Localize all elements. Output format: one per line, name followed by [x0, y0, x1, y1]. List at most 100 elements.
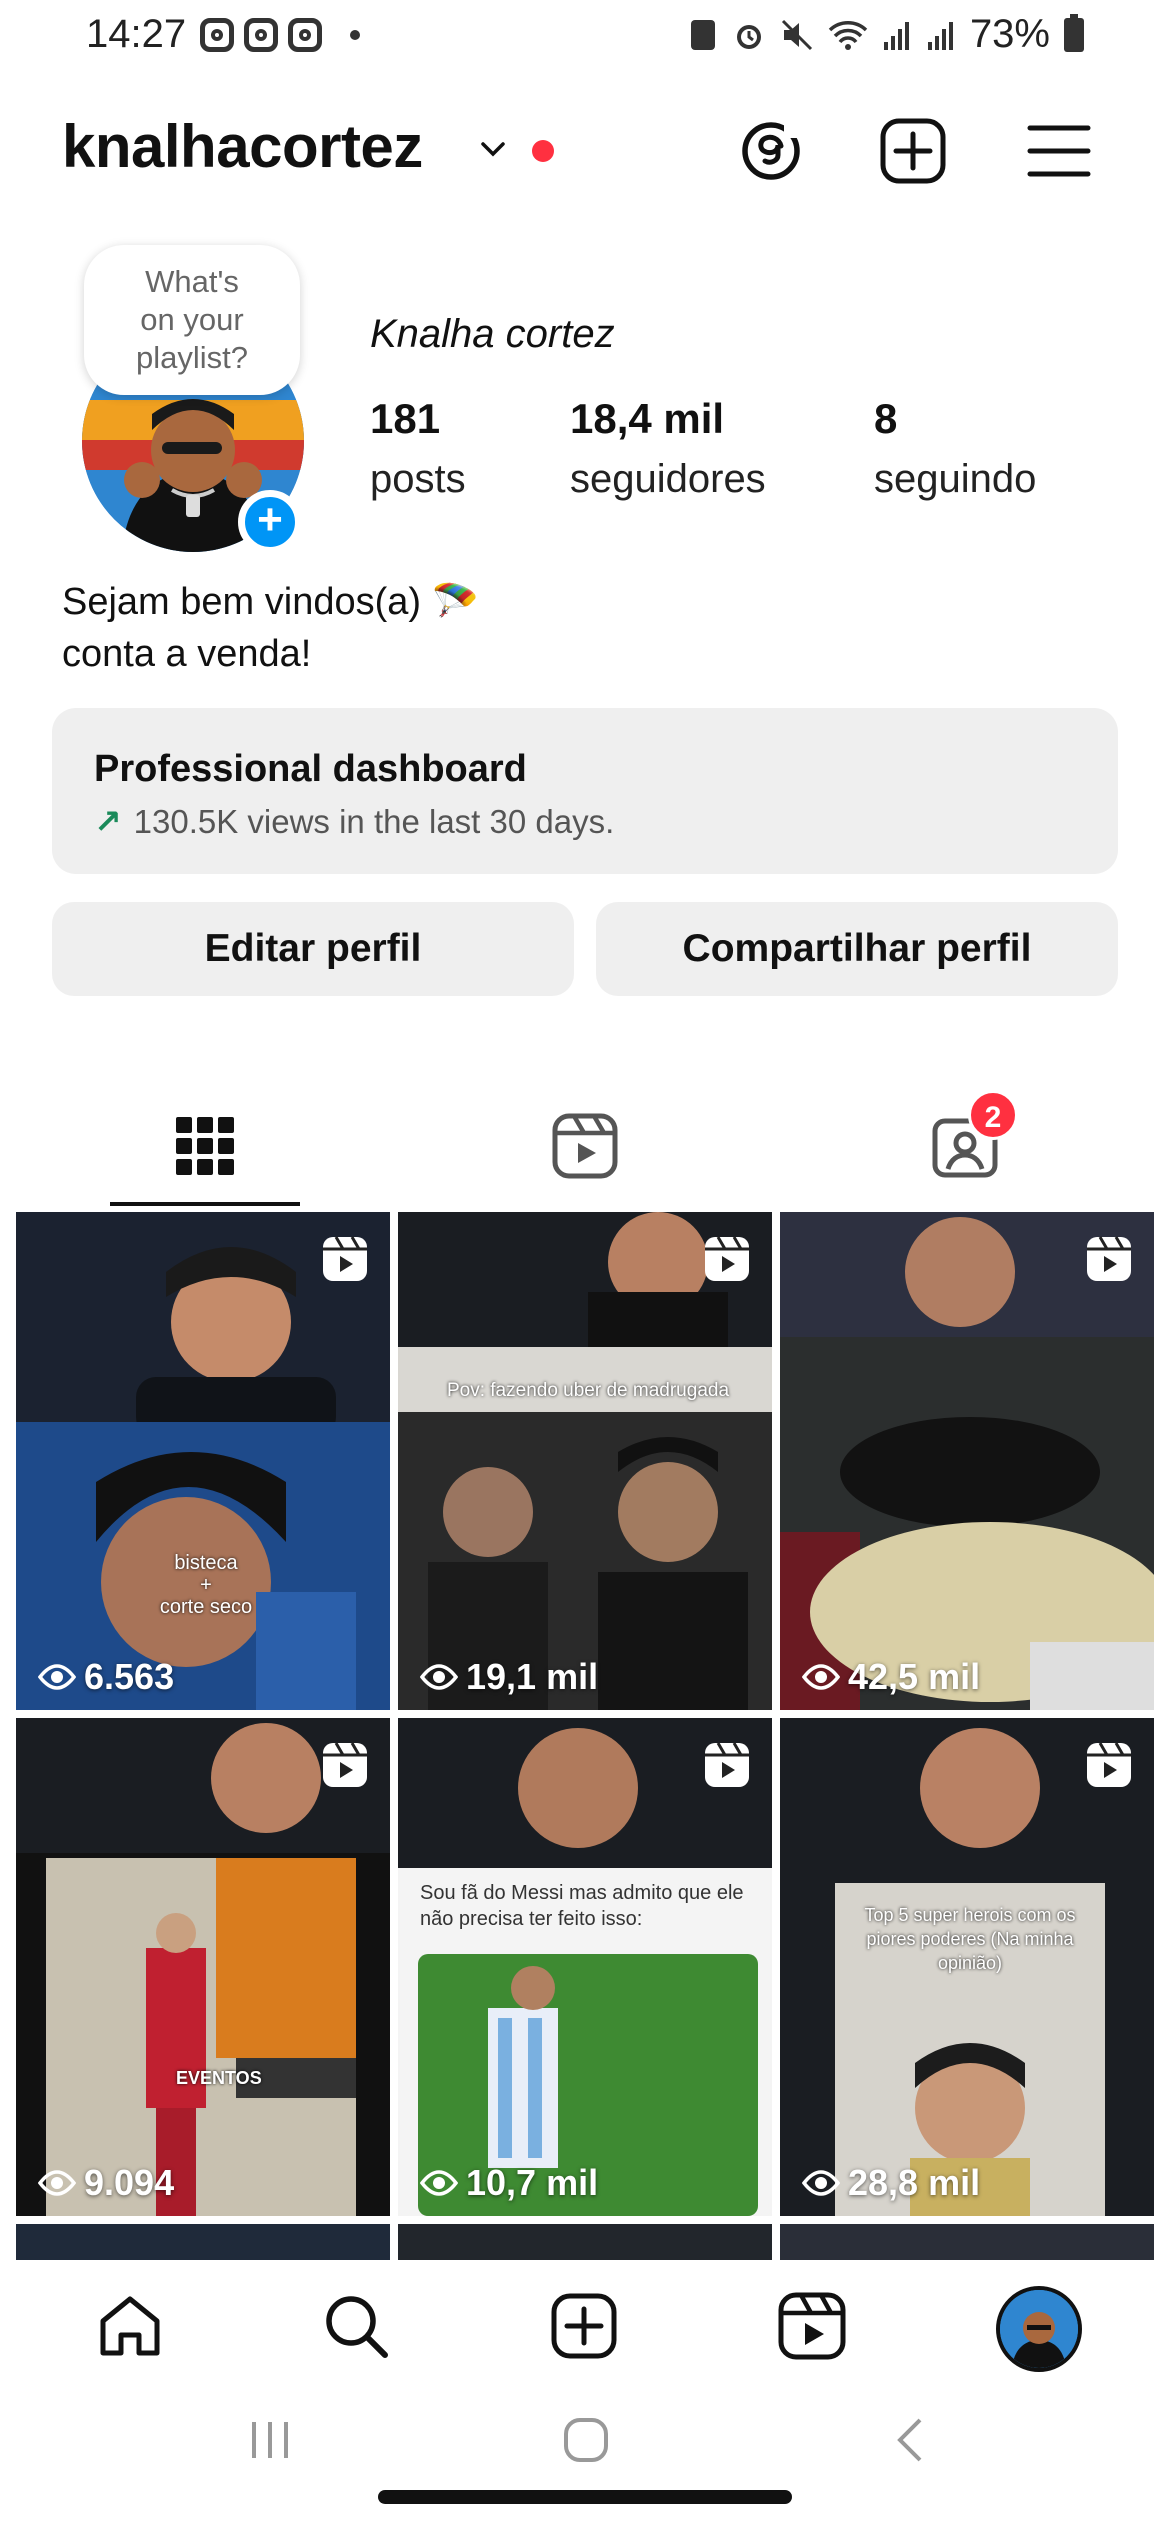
chevron-down-icon[interactable]: [478, 134, 508, 164]
reel-badge-icon: [323, 1742, 367, 1787]
nav-profile-avatar[interactable]: [996, 2286, 1082, 2372]
nav-search[interactable]: [316, 2286, 396, 2366]
gesture-home-pill[interactable]: [378, 2490, 792, 2504]
post-thumbnail: [780, 1212, 1154, 1710]
dashboard-subtitle: ↗ 130.5K views in the last 30 days.: [94, 802, 614, 841]
recent-apps-icon[interactable]: [246, 2416, 294, 2464]
view-count-text: 19,1 mil: [466, 1656, 599, 1697]
grid-post[interactable]: Top 5 super herois com os piores poderes…: [780, 1718, 1154, 2216]
active-tab-indicator: [110, 1202, 300, 1206]
battery-icon: [1064, 13, 1084, 52]
tab-posts-grid[interactable]: [10, 1086, 400, 1206]
profile-full-name: Knalha cortez: [370, 312, 615, 356]
status-time: 14:27: [86, 12, 187, 56]
nav-create[interactable]: [544, 2286, 624, 2366]
back-icon[interactable]: [888, 2416, 936, 2464]
nav-reels[interactable]: [772, 2286, 852, 2366]
reel-badge-icon: [323, 1236, 367, 1281]
post-caption: Pov: fazendo uber de madrugada: [446, 1380, 730, 1401]
create-icon[interactable]: [878, 116, 948, 186]
grid-post[interactable]: bisteca + corte seco 6.563: [16, 1212, 390, 1710]
dashboard-views-text: 130.5K views in the last 30 days.: [133, 802, 615, 840]
reel-badge-icon: [705, 1236, 749, 1281]
view-count-text: 10,7 mil: [466, 2162, 599, 2203]
reel-badge-icon: [705, 1742, 749, 1787]
create-icon: [551, 2293, 617, 2359]
grid-post[interactable]: EVENTOS 9.094: [16, 1718, 390, 2216]
view-count-text: 42,5 mil: [848, 1656, 981, 1697]
reel-badge-icon: [1087, 1742, 1131, 1787]
add-story-plus-icon[interactable]: +: [238, 490, 302, 554]
stat-label: posts: [370, 457, 466, 501]
post-view-count: 9.094: [38, 2162, 174, 2204]
eye-icon: [420, 2170, 458, 2196]
grid-post[interactable]: 42,5 mil: [780, 1212, 1154, 1710]
stat-following[interactable]: 8 seguindo: [874, 395, 1036, 502]
profile-tabs: 2: [0, 1086, 1170, 1206]
profile-bio: Sejam bem vindos(a) 🪂 conta a venda!: [62, 576, 479, 680]
notification-dot: [532, 140, 554, 162]
post-thumbnail: [398, 1212, 772, 1710]
eye-icon: [38, 2170, 76, 2196]
grid-post[interactable]: [398, 2224, 772, 2260]
trend-up-icon: ↗: [94, 803, 122, 840]
dashboard-title: Professional dashboard: [94, 748, 527, 790]
reel-badge-icon: [1087, 1236, 1131, 1281]
menu-icon[interactable]: [1024, 116, 1094, 186]
alarm-icon: [736, 24, 761, 49]
reels-icon: [552, 1113, 618, 1179]
search-icon: [326, 2296, 388, 2358]
grid-post[interactable]: Sou fã do Messi mas admito que ele não p…: [398, 1718, 772, 2216]
note-bubble[interactable]: What's on your playlist?: [84, 245, 300, 395]
grid-post[interactable]: [16, 2224, 390, 2260]
nav-home[interactable]: [90, 2286, 170, 2366]
instagram-notification-icon: [288, 18, 322, 52]
stat-value: 181: [370, 395, 441, 442]
grid-post[interactable]: Pov: fazendo uber de madrugada 19,1 mil: [398, 1212, 772, 1710]
eye-icon: [38, 1664, 76, 1690]
signal-icon: [927, 21, 953, 50]
notification-icons: [200, 18, 360, 52]
system-navigation: [0, 2400, 1170, 2532]
stat-followers[interactable]: 18,4 mil seguidores: [570, 395, 766, 502]
more-notifications-icon: [350, 30, 360, 40]
profile-header: knalhacortez: [0, 100, 1170, 200]
mute-icon: [781, 19, 812, 50]
stat-label: seguidores: [570, 457, 766, 501]
edit-profile-button[interactable]: Editar perfil: [52, 902, 574, 996]
tab-tagged[interactable]: [770, 1086, 1160, 1206]
tagged-count-badge: 2: [968, 1090, 1018, 1140]
avatar-thumbnail: [1000, 2290, 1078, 2368]
professional-dashboard[interactable]: Professional dashboard ↗ 130.5K views in…: [52, 708, 1118, 874]
note-text-line: on your: [140, 302, 244, 337]
view-count-text: 28,8 mil: [848, 2162, 981, 2203]
reels-icon: [778, 2292, 846, 2360]
signal-icon: [883, 21, 909, 50]
nfc-icon: [690, 19, 715, 50]
post-caption: EVENTOS: [176, 2068, 262, 2088]
note-text-line: playlist?: [136, 340, 248, 375]
post-view-count: 10,7 mil: [420, 2162, 598, 2204]
post-view-count: 42,5 mil: [802, 1656, 980, 1698]
post-view-count: 6.563: [38, 1656, 174, 1698]
bottom-navigation: [0, 2262, 1170, 2392]
eye-icon: [802, 1664, 840, 1690]
post-thumbnail: [16, 1212, 390, 1710]
note-text-line: What's: [145, 264, 239, 299]
eye-icon: [802, 2170, 840, 2196]
bio-line: Sejam bem vindos(a) 🪂: [62, 581, 479, 623]
view-count-text: 6.563: [84, 1656, 175, 1697]
instagram-notification-icon: [244, 18, 278, 52]
username-switcher[interactable]: knalhacortez: [62, 112, 423, 181]
threads-icon[interactable]: [736, 116, 806, 186]
tab-reels[interactable]: [390, 1086, 780, 1206]
status-bar: 14:27 73%: [0, 0, 1170, 76]
grid-post[interactable]: [780, 2224, 1154, 2260]
grid-icon: [176, 1117, 234, 1175]
share-profile-button[interactable]: Compartilhar perfil: [596, 902, 1118, 996]
post-caption: Top 5 super herois com os piores poderes…: [864, 1905, 1076, 1973]
post-view-count: 19,1 mil: [420, 1656, 598, 1698]
stat-posts[interactable]: 181 posts: [370, 395, 466, 502]
home-button-icon[interactable]: [562, 2416, 610, 2464]
home-icon: [100, 2296, 160, 2356]
